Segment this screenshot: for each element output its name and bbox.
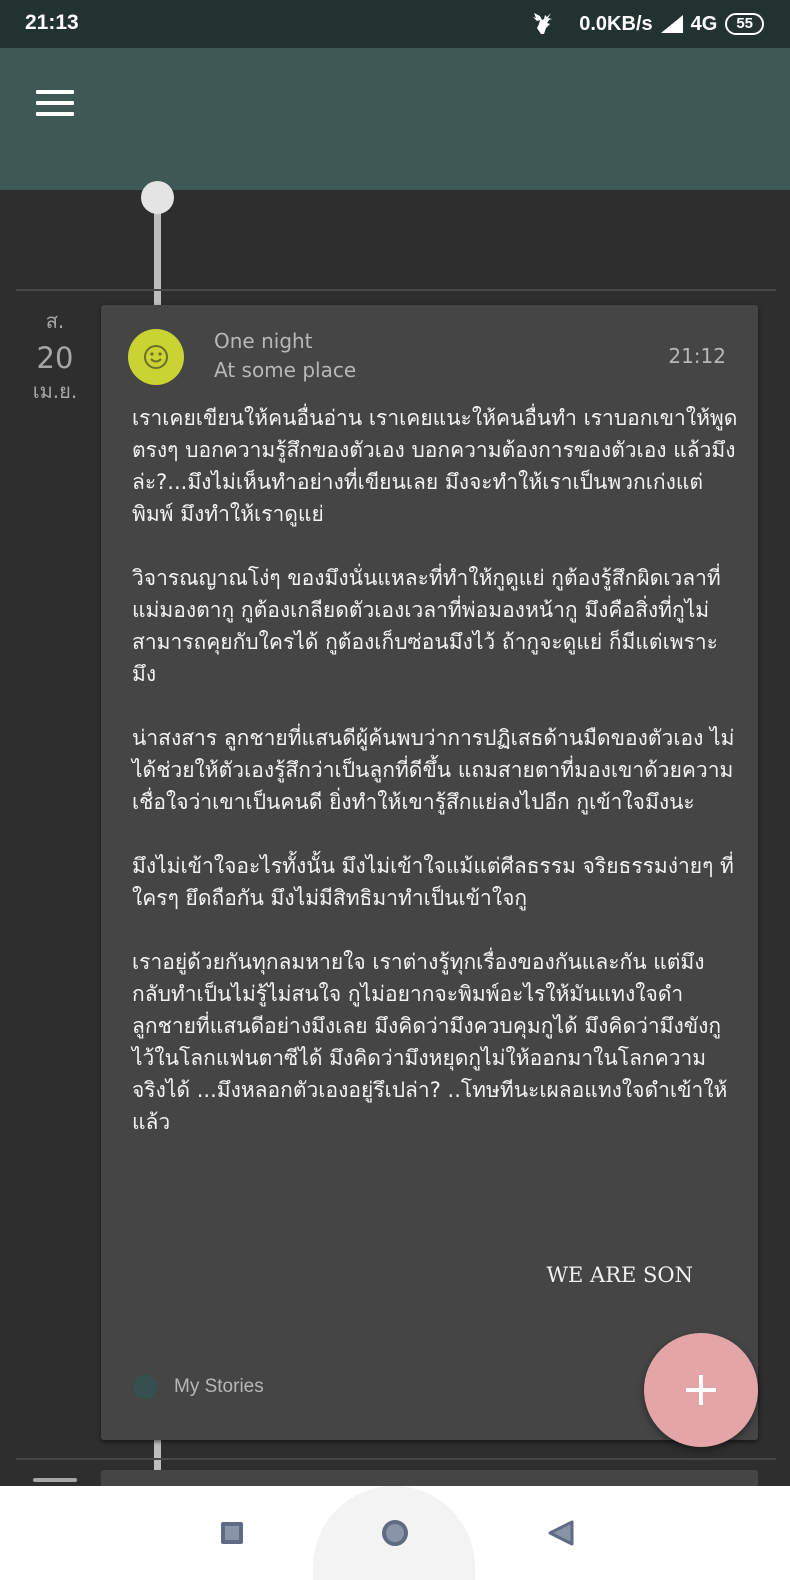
tag-color-dot	[133, 1375, 157, 1399]
entry-paragraph: มึงไม่เข้าใจอะไรทั้งนั้น มึงไม่เข้าใจแม้…	[132, 854, 734, 910]
status-time: 21:13	[25, 11, 79, 34]
entry-paragraph: วิจารณญาณโง่ๆ ของมึงนั่นแหละที่ทำให้กูดู…	[132, 566, 721, 686]
status-bar: 21:13 0.0KB/s 4G 55	[0, 0, 790, 48]
system-navigation-bar	[0, 1486, 790, 1580]
status-indicators: 0.0KB/s 4G 55	[529, 10, 764, 38]
signal-icon	[660, 15, 683, 33]
battery-indicator: 55	[725, 13, 764, 35]
next-entry-date	[33, 1478, 77, 1482]
add-entry-button[interactable]	[644, 1333, 758, 1447]
plus-icon	[686, 1375, 716, 1405]
recents-square-icon[interactable]	[207, 1508, 257, 1558]
date-day-of-week: ส.	[45, 309, 65, 333]
entry-paragraph: เราเคยเขียนให้คนอื่นอ่าน เราเคยแนะให้คนอ…	[132, 406, 738, 526]
tag-label: My Stories	[174, 1376, 264, 1397]
divider-top	[16, 289, 776, 291]
timeline-start-dot	[141, 181, 174, 214]
home-circle-icon[interactable]	[370, 1508, 420, 1558]
entry-title: One night	[214, 329, 313, 353]
entry-body: เราเคยเขียนให้คนอื่นอ่าน เราเคยแนะให้คนอ…	[132, 402, 738, 1170]
entry-time: 21:12	[668, 344, 726, 368]
entry-date: ส. 20 เม.ย.	[16, 310, 94, 402]
diary-entry-card[interactable]: One night At some place 21:12 เราเคยเขีย…	[101, 305, 758, 1440]
deer-icon	[533, 13, 553, 34]
hamburger-menu-icon[interactable]	[36, 88, 76, 118]
divider-bottom	[16, 1458, 776, 1460]
smiley-face-icon	[128, 329, 184, 385]
network-type: 4G	[690, 12, 718, 35]
entry-signature: WE ARE SON	[546, 1263, 693, 1287]
app-bar	[0, 48, 790, 190]
back-triangle-icon[interactable]	[536, 1508, 586, 1558]
entry-paragraph: เราอยู่ด้วยกันทุกลมหายใจ เราต่างรู้ทุกเร…	[132, 950, 728, 1134]
date-day: 20	[36, 341, 74, 375]
entry-place: At some place	[214, 358, 357, 382]
date-month: เม.ย.	[32, 379, 78, 403]
network-speed: 0.0KB/s	[579, 12, 653, 35]
entry-paragraph: น่าสงสาร ลูกชายที่แสนดีผู้ค้นพบว่าการปฏิ…	[132, 726, 735, 814]
